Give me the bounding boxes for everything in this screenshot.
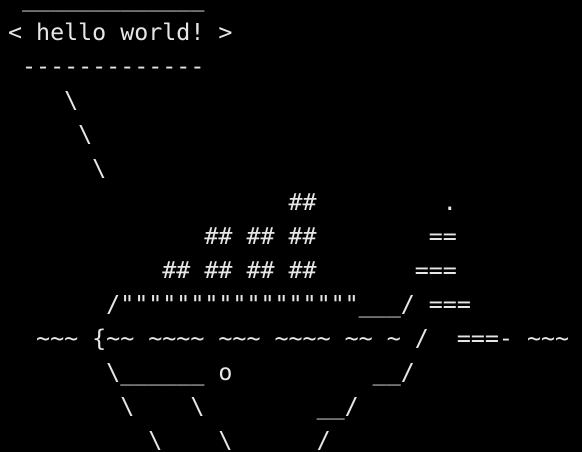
speech-tail-line-3: \ — [8, 155, 107, 182]
whale-belly-with-eye: \______ o __/ — [8, 359, 415, 386]
whale-containers-row-3: ## ## ## ## === — [8, 257, 457, 284]
speech-tail-line-1: \ — [8, 87, 79, 114]
speech-tail-line-2: \ — [8, 121, 93, 148]
whale-containers-row-2: ## ## ## == — [8, 223, 457, 250]
speech-bubble-message: < hello world! > — [8, 19, 233, 46]
whale-containers-row-1: ## . — [8, 189, 457, 216]
whale-waterline: ~~~ {~~ ~~~~ ~~~ ~~~~ ~~ ~ / ===- ~~~ — [8, 325, 570, 352]
whale-back: /"""""""""""""""""___/ === — [8, 291, 471, 318]
terminal-output: _____________ < hello world! > ----------… — [8, 0, 569, 452]
whale-belly-lower: \ \ __/ — [8, 393, 359, 420]
speech-bubble-bottom-border: ------------- — [8, 53, 205, 80]
speech-bubble-top-border: _____________ — [8, 0, 569, 16]
whale-bottom: \____\______/ — [8, 427, 331, 452]
terminal-window[interactable]: _____________ < hello world! > ----------… — [0, 0, 582, 452]
